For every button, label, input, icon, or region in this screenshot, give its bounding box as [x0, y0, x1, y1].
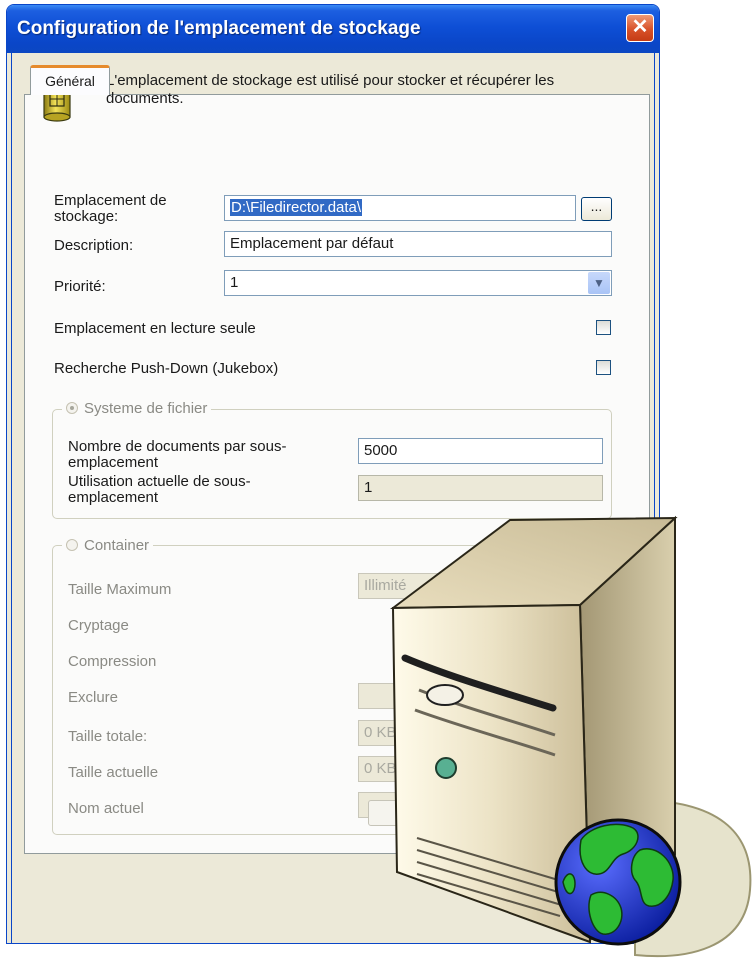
compression-label: Compression [68, 653, 157, 670]
read-only-checkbox[interactable] [596, 320, 611, 335]
close-icon: ✕ [631, 16, 649, 38]
filesystem-radio[interactable]: Systeme de fichier [62, 400, 212, 417]
storage-location-value: D:\Filedirector.data\ [230, 199, 363, 216]
docs-per-sublocation-field[interactable]: 5000 [358, 438, 603, 464]
exclude-label: Exclure [68, 689, 119, 706]
window-title: Configuration de l'emplacement de stocka… [17, 18, 421, 39]
push-down-checkbox[interactable] [596, 360, 611, 375]
info-text: L'emplacement de stockage est utilisé po… [106, 72, 555, 107]
docs-per-sublocation-label: Nombre de documents par sous- emplacemen… [68, 438, 287, 471]
read-only-label: Emplacement en lecture seule [54, 320, 256, 337]
chevron-down-icon[interactable]: ▼ [588, 272, 610, 294]
filesystem-radio-button[interactable] [66, 402, 78, 414]
container-radio-button[interactable] [66, 539, 78, 551]
priority-value: 1 [230, 274, 239, 291]
encryption-label: Cryptage [68, 617, 129, 634]
globe-icon [554, 818, 682, 946]
max-size-label: Taille Maximum [68, 581, 172, 598]
filesystem-legend: Systeme de fichier [84, 400, 208, 417]
tab-general[interactable]: Général [30, 65, 110, 95]
container-legend: Container [84, 537, 150, 554]
description-field[interactable]: Emplacement par défaut [224, 231, 612, 257]
priority-select[interactable]: 1 ▼ [224, 270, 612, 296]
push-down-label: Recherche Push-Down (Jukebox) [54, 360, 279, 377]
storage-location-label: Emplacement de stockage: [54, 192, 167, 225]
storage-location-field[interactable]: D:\Filedirector.data\ [224, 195, 576, 221]
title-bar[interactable]: Configuration de l'emplacement de stocka… [7, 5, 659, 53]
current-name-label: Nom actuel [68, 800, 144, 817]
server-icon [389, 515, 752, 958]
current-sublocation-field: 1 [358, 475, 603, 501]
current-size-label: Taille actuelle [68, 764, 159, 781]
close-button[interactable]: ✕ [626, 14, 654, 42]
container-radio[interactable]: Container [62, 537, 154, 554]
browse-button[interactable]: ... [581, 197, 612, 221]
description-label: Description: [54, 237, 134, 254]
current-sublocation-label: Utilisation actuelle de sous- emplacemen… [68, 473, 251, 506]
priority-label: Priorité: [54, 278, 106, 295]
total-size-label: Taille totale: [68, 728, 148, 745]
